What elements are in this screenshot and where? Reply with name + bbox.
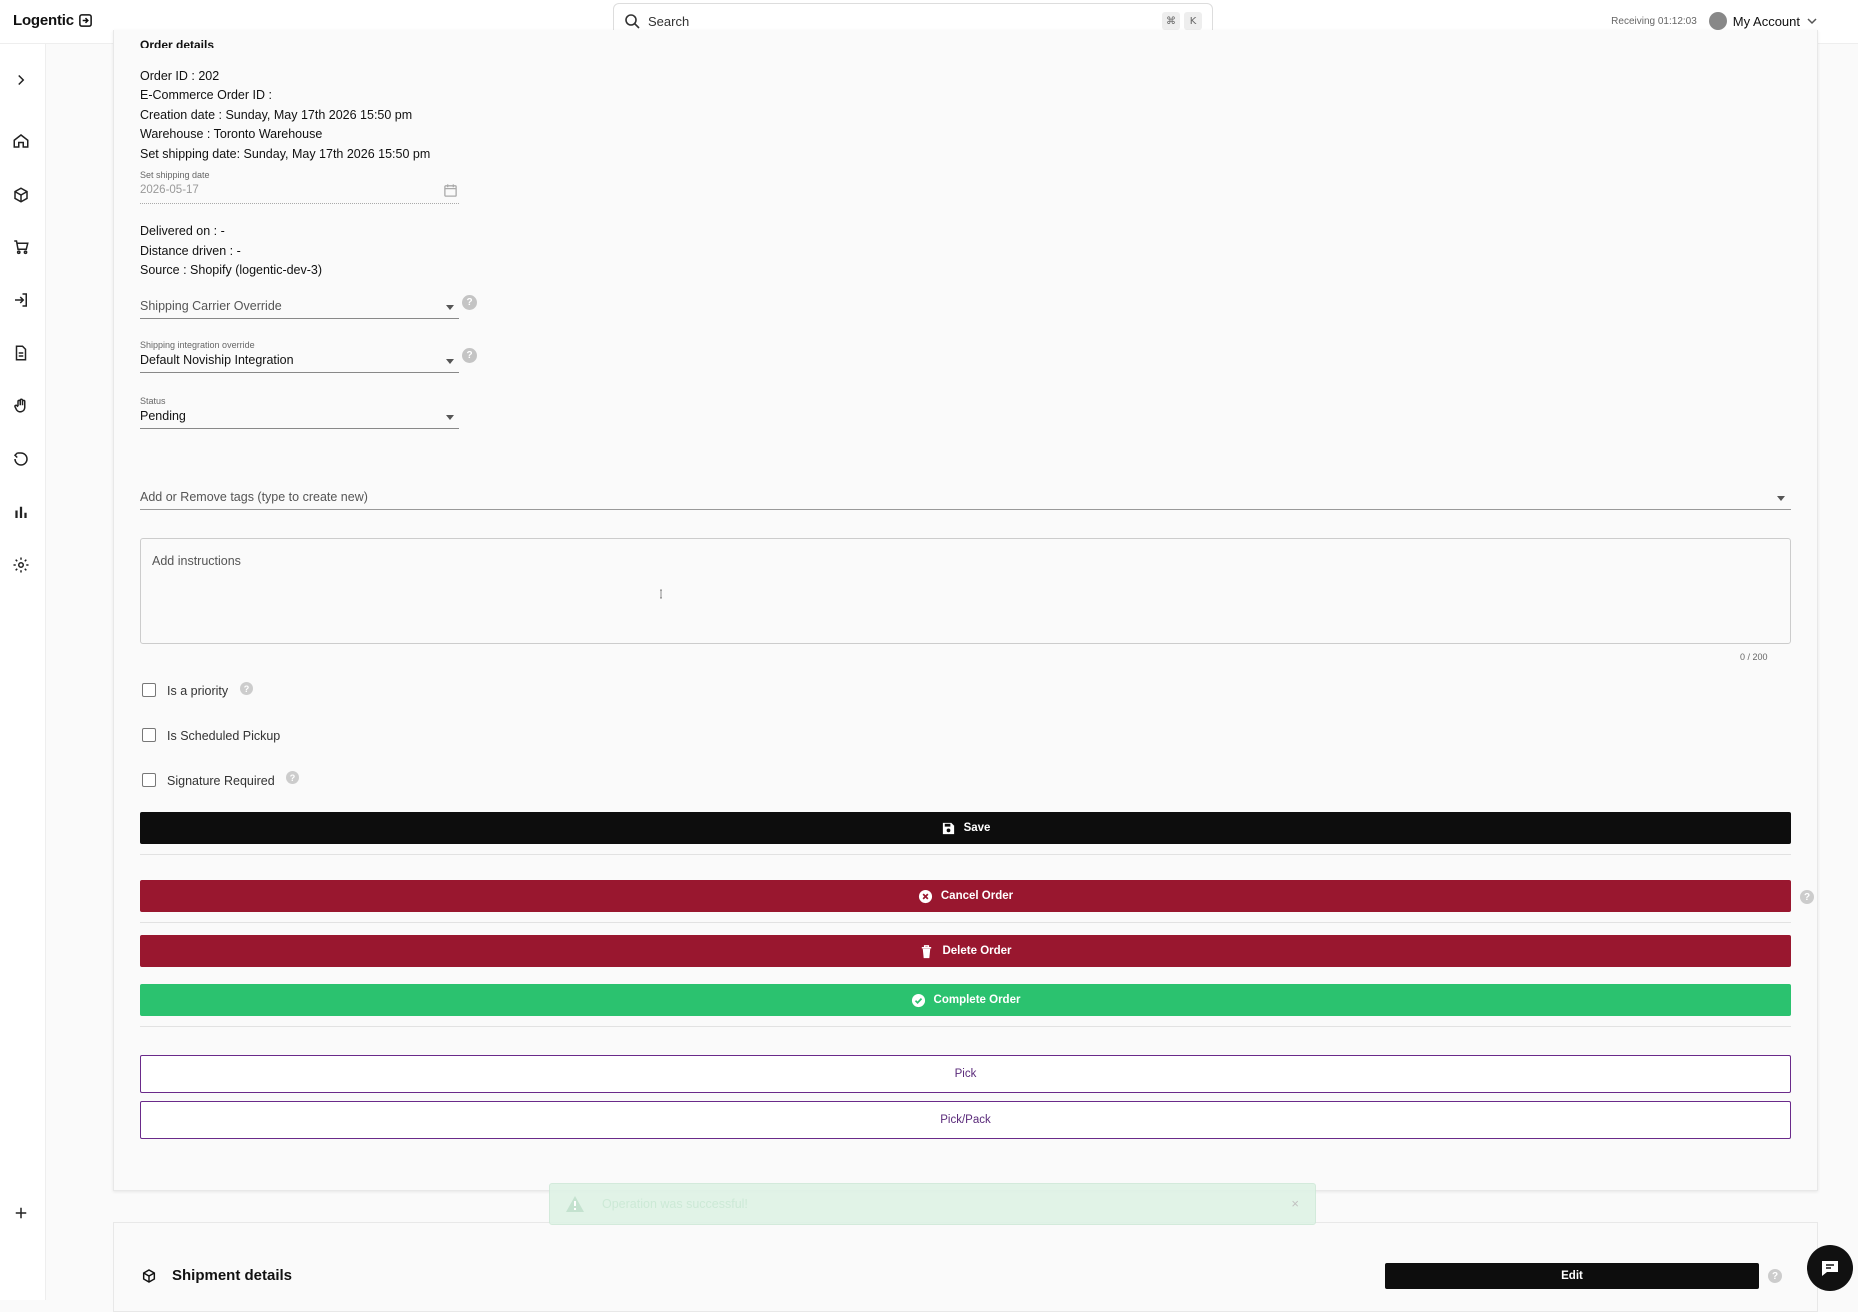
sidebar bbox=[0, 44, 46, 1300]
section-title: Order details bbox=[140, 38, 215, 48]
pick-pack-button[interactable]: Pick/Pack bbox=[140, 1101, 1791, 1139]
pick-button[interactable]: Pick bbox=[140, 1055, 1791, 1093]
status-label: Status bbox=[140, 396, 166, 406]
shipping-date-field[interactable]: 2026-05-17 bbox=[140, 184, 199, 196]
home-icon[interactable] bbox=[11, 131, 31, 151]
help-icon[interactable]: ? bbox=[1768, 1269, 1782, 1283]
priority-checkbox[interactable] bbox=[142, 683, 156, 697]
source: Source : Shopify (logentic-dev-3) bbox=[140, 263, 323, 277]
chat-icon bbox=[1822, 1261, 1838, 1276]
distance-driven: Distance driven : - bbox=[140, 244, 241, 258]
complete-order-label: Complete Order bbox=[933, 994, 1021, 1006]
instructions-counter: 0 / 200 bbox=[1740, 652, 1768, 662]
tags-underline bbox=[140, 509, 1791, 510]
order-id: Order ID : 202 bbox=[140, 69, 220, 83]
help-icon[interactable]: ? bbox=[1800, 890, 1814, 904]
calendar-icon[interactable] bbox=[443, 183, 458, 198]
cancel-order-label: Cancel Order bbox=[940, 890, 1014, 902]
caret-down-icon[interactable] bbox=[446, 415, 454, 420]
carrier-override-select[interactable]: Shipping Carrier Override bbox=[140, 299, 282, 313]
creation-date: Creation date : Sunday, May 17th 2026 15… bbox=[140, 108, 413, 122]
bar-chart-icon[interactable] bbox=[11, 502, 31, 522]
integration-override-underline bbox=[140, 372, 459, 373]
search-icon bbox=[625, 14, 640, 29]
scheduled-pickup-label[interactable]: Is Scheduled Pickup bbox=[167, 729, 280, 743]
plus-icon[interactable] bbox=[11, 1203, 31, 1223]
set-shipping-date-text: Set shipping date: Sunday, May 17th 2026… bbox=[140, 147, 431, 161]
divider bbox=[140, 1026, 1791, 1027]
save-icon bbox=[942, 822, 954, 834]
help-icon[interactable]: ? bbox=[240, 682, 253, 695]
toast-close-icon[interactable]: × bbox=[1291, 1196, 1299, 1211]
priority-label[interactable]: Is a priority bbox=[167, 684, 228, 698]
carrier-override-underline bbox=[140, 318, 459, 319]
delete-order-label: Delete Order bbox=[942, 945, 1012, 957]
tags-input[interactable]: Add or Remove tags (type to create new) bbox=[140, 490, 368, 504]
delivered-on: Delivered on : - bbox=[140, 224, 225, 238]
caret-down-icon[interactable] bbox=[446, 305, 454, 310]
user-avatar-icon[interactable] bbox=[1708, 12, 1727, 30]
chevron-down-icon[interactable] bbox=[1806, 15, 1818, 27]
shipping-date-underline bbox=[140, 203, 459, 204]
close-circle-icon bbox=[918, 889, 932, 903]
save-label: Save bbox=[963, 822, 991, 834]
edit-button[interactable]: Edit bbox=[1385, 1263, 1759, 1289]
ecommerce-order-id: E-Commerce Order ID : bbox=[140, 88, 272, 102]
box-icon bbox=[142, 1269, 156, 1283]
header-right: Receiving 01:12:03 My Account bbox=[1611, 12, 1818, 30]
help-icon[interactable]: ? bbox=[462, 348, 477, 363]
shipment-details-title: Shipment details bbox=[172, 1267, 293, 1284]
hand-icon[interactable] bbox=[11, 396, 31, 416]
app-name: Logentic bbox=[13, 12, 74, 29]
signature-required-label[interactable]: Signature Required bbox=[167, 774, 275, 788]
instructions-placeholder: Add instructions bbox=[152, 554, 241, 568]
status-underline bbox=[140, 428, 459, 429]
pick-label: Pick bbox=[954, 1068, 977, 1080]
receiving-timer: 01:12:03 bbox=[1657, 15, 1697, 27]
chevron-right-icon[interactable] bbox=[11, 70, 31, 90]
signature-required-checkbox[interactable] bbox=[142, 773, 156, 787]
box-icon[interactable] bbox=[11, 185, 31, 205]
integration-override-label: Shipping integration override bbox=[140, 340, 255, 350]
warehouse: Warehouse : Toronto Warehouse bbox=[140, 127, 323, 141]
caret-down-icon[interactable] bbox=[446, 359, 454, 364]
instructions-textarea[interactable]: Add instructions bbox=[140, 538, 1791, 644]
caret-down-icon[interactable] bbox=[1777, 496, 1785, 501]
scheduled-pickup-checkbox[interactable] bbox=[142, 728, 156, 742]
gear-icon[interactable] bbox=[11, 555, 31, 575]
warning-icon bbox=[566, 1196, 584, 1212]
search-placeholder: Search bbox=[648, 13, 690, 29]
logo-icon bbox=[79, 14, 92, 27]
text-cursor-icon bbox=[660, 589, 662, 599]
save-button[interactable]: Save bbox=[140, 812, 1791, 844]
cart-icon[interactable] bbox=[11, 237, 31, 257]
divider bbox=[140, 854, 1791, 855]
divider bbox=[140, 922, 1791, 923]
help-icon[interactable]: ? bbox=[462, 295, 477, 310]
integration-override-select[interactable]: Default Noviship Integration bbox=[140, 353, 294, 367]
receiving-status[interactable]: Receiving 01:12:03 bbox=[1611, 16, 1697, 27]
success-toast: Operation was successful! × bbox=[549, 1183, 1316, 1225]
shipping-date-label: Set shipping date bbox=[140, 170, 210, 180]
account-menu[interactable]: My Account bbox=[1733, 14, 1800, 29]
check-circle-icon bbox=[911, 993, 925, 1007]
login-icon[interactable] bbox=[11, 290, 31, 310]
status-select[interactable]: Pending bbox=[140, 409, 186, 423]
pick-pack-label: Pick/Pack bbox=[940, 1114, 991, 1126]
shortcut-cmd-key: ⌘ bbox=[1162, 12, 1180, 30]
toast-message: Operation was successful! bbox=[602, 1197, 748, 1211]
undo-icon[interactable] bbox=[11, 449, 31, 469]
shortcut-k-key: K bbox=[1184, 12, 1202, 30]
document-icon[interactable] bbox=[11, 343, 31, 363]
app-logo[interactable]: Logentic bbox=[13, 12, 93, 29]
complete-order-button[interactable]: Complete Order bbox=[140, 984, 1791, 1016]
delete-order-button[interactable]: Delete Order bbox=[140, 935, 1791, 967]
chat-button[interactable] bbox=[1807, 1245, 1853, 1291]
help-icon[interactable]: ? bbox=[286, 771, 299, 784]
receiving-label: Receiving bbox=[1611, 15, 1656, 27]
cancel-order-button[interactable]: Cancel Order bbox=[140, 880, 1791, 912]
trash-icon bbox=[922, 944, 932, 958]
